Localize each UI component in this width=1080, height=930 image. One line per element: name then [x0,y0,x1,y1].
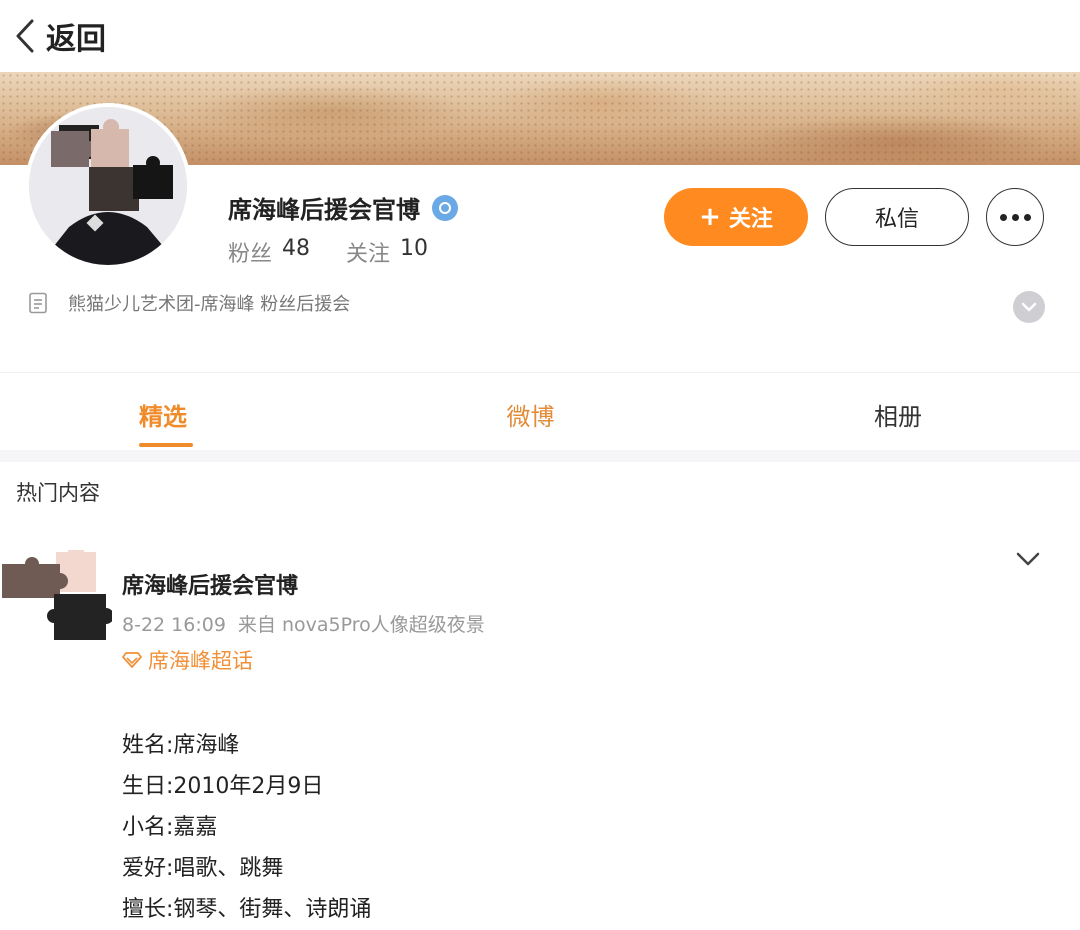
section-title: 热门内容 [16,481,100,505]
tab-weibo[interactable]: 微博 [400,373,661,451]
following-label[interactable]: 关注 [346,236,390,268]
section-divider [0,450,1080,462]
follow-button[interactable]: + 关注 [664,188,808,246]
post-menu-chevron-icon[interactable] [1015,550,1041,568]
post-topic-label: 席海峰超话 [148,649,253,673]
follow-label: 关注 [728,207,773,232]
message-button[interactable]: 私信 [825,188,969,246]
tab-album-label: 相册 [874,403,922,431]
profile-avatar[interactable] [25,103,191,269]
profile-name: 席海峰后援会官博 [228,190,458,225]
post-author-avatar[interactable] [2,544,114,646]
profile-stats: 粉丝 48 关注 10 [228,236,428,268]
post-line: 爱好:唱歌、跳舞 [122,856,284,881]
chevron-down-icon [1021,302,1037,312]
post-body: 姓名:席海峰 生日:2010年2月9日 小名:嘉嘉 爱好:唱歌、跳舞 擅长:钢琴… [122,725,371,930]
post-line: 姓名:席海峰 [122,733,240,758]
plus-icon: + [699,202,721,232]
post-source: 来自 nova5Pro人像超级夜景 [237,614,485,636]
bio-text: 熊猫少儿艺术团-席海峰 粉丝后援会 [68,294,351,315]
tab-album[interactable]: 相册 [661,373,1080,451]
profile-tabs: 精选 微博 相册 [0,372,1080,451]
tab-weibo-label: 微博 [506,403,555,431]
profile-bio: 熊猫少儿艺术团-席海峰 粉丝后援会 [28,290,350,316]
post-author-name[interactable]: 席海峰后援会官博 [122,568,298,600]
post-meta: 8-22 16:09 来自 nova5Pro人像超级夜景 [122,610,485,637]
fans-label[interactable]: 粉丝 [228,236,272,268]
post-line: 擅长:钢琴、街舞、诗朗诵 [122,897,372,922]
active-tab-indicator [139,443,193,447]
tab-featured[interactable]: 精选 [0,373,400,451]
bio-expand-button[interactable] [1013,291,1045,323]
document-icon [29,292,47,314]
post-line: 小名:嘉嘉 [122,815,218,840]
post-line: 生日:2010年2月9日 [122,774,324,799]
profile-name-text: 席海峰后援会官博 [228,196,420,224]
post-super-topic[interactable]: 席海峰超话 [122,645,253,675]
back-label: 返回 [46,22,106,57]
back-button[interactable]: 返回 [14,14,106,58]
chevron-left-icon [16,19,34,53]
diamond-icon [122,652,142,668]
post-time: 8-22 16:09 [122,614,226,636]
message-label: 私信 [874,207,919,232]
more-dots-icon [999,213,1007,221]
following-count[interactable]: 10 [400,236,428,268]
verified-male-icon [432,194,458,221]
more-options-button[interactable] [986,188,1044,246]
fans-count[interactable]: 48 [282,236,310,268]
top-bar: 返回 [0,0,1080,72]
